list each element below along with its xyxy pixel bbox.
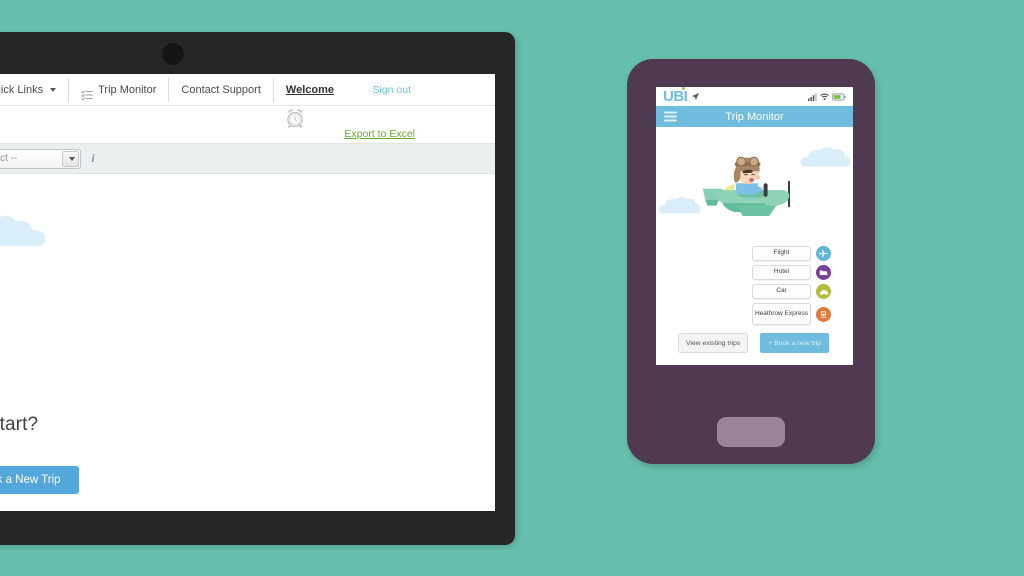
car-button[interactable]: Car xyxy=(752,284,811,299)
train-icon[interactable] xyxy=(816,306,831,322)
nav-item-quick-links[interactable]: Quick Links xyxy=(0,77,70,102)
booking-option-flight[interactable]: Flight xyxy=(752,246,831,261)
hamburger-menu-icon[interactable] xyxy=(664,109,677,124)
book-a-new-trip-button[interactable]: + Book a New Trip xyxy=(0,466,79,494)
battery-icon xyxy=(832,88,846,106)
alarm-clock-icon[interactable] xyxy=(283,106,307,135)
view-existing-trips-button[interactable]: View existing trips xyxy=(678,333,749,353)
ubi-logo-text: UBI xyxy=(663,88,688,105)
phone-home-button[interactable] xyxy=(717,417,785,447)
cloud-icon xyxy=(0,212,51,257)
phone-screen: UBI Trip Monitor Flight Hotel Car Heathr… xyxy=(656,87,853,365)
flight-button[interactable]: Flight xyxy=(752,246,811,261)
phone-app-body: Flight Hotel Car Heathrow Express View e… xyxy=(656,127,853,365)
cloud-icon-left xyxy=(658,195,702,222)
booking-option-hotel[interactable]: Hotel xyxy=(752,265,831,280)
phone-cta-group: View existing trips + Book a new trip xyxy=(678,333,829,353)
trip-filter-select[interactable]: -- Please Select -- xyxy=(0,148,82,169)
export-to-excel-link[interactable]: Export to Excel xyxy=(344,128,415,140)
webapp-filter-bar: Search i -- Please Select -- i xyxy=(0,144,495,174)
bed-icon[interactable] xyxy=(816,265,831,280)
car-icon[interactable] xyxy=(816,284,831,299)
nav-item-label: Trip Monitor xyxy=(98,83,157,96)
headline-line-2: Would You Like to Start? xyxy=(0,414,39,435)
info-icon-secondary[interactable]: i xyxy=(91,151,94,166)
nav-item-label: Welcome xyxy=(285,83,334,96)
ubi-logo: UBI xyxy=(663,87,688,105)
heathrow-express-button[interactable]: Heathrow Express xyxy=(752,303,811,325)
laptop-device: Book a New Trip Quick Links T xyxy=(0,32,515,545)
hero-headline: Welcome on Board! Would You Like to Star… xyxy=(0,380,38,436)
booking-option-heathrow-express[interactable]: Heathrow Express xyxy=(752,303,831,325)
booking-option-car[interactable]: Car xyxy=(752,284,831,299)
booking-options-list: Flight Hotel Car Heathrow Express xyxy=(752,246,831,325)
pilot-in-plane-illustration xyxy=(698,135,818,240)
book-a-new-trip-button[interactable]: + Book a new trip xyxy=(760,333,829,353)
webapp-hero: Welcome on Board! Would You Like to Star… xyxy=(0,174,495,511)
phone-status-indicators xyxy=(808,88,846,106)
nav-item-welcome[interactable]: Welcome xyxy=(274,78,346,102)
sign-out-link[interactable]: Sign out xyxy=(372,84,495,96)
nav-item-contact-support[interactable]: Contact Support xyxy=(169,77,274,102)
hero-cta-group: View Existing Trips + Book a New Trip xyxy=(0,466,79,494)
signal-bars-icon xyxy=(808,88,817,106)
webapp-navbar: Book a New Trip Quick Links T xyxy=(0,74,495,106)
laptop-screen: Book a New Trip Quick Links T xyxy=(0,74,495,511)
airplane-icon[interactable] xyxy=(816,246,831,261)
wifi-icon xyxy=(820,88,829,106)
phone-header-title: Trip Monitor xyxy=(725,110,784,123)
chevron-down-icon xyxy=(50,87,57,92)
phone-status-bar: UBI xyxy=(656,87,853,106)
list-icon xyxy=(81,85,93,101)
phone-app-header: Trip Monitor xyxy=(656,106,853,127)
headline-line-1: Welcome on Board! xyxy=(0,380,38,402)
nav-item-trip-monitor[interactable]: Trip Monitor xyxy=(69,77,170,102)
select-value: -- Please Select -- xyxy=(0,153,18,164)
location-arrow-icon xyxy=(691,88,700,106)
webapp-subrow: Export to Excel xyxy=(0,106,495,144)
laptop-camera-icon xyxy=(161,43,184,65)
nav-item-label: Contact Support xyxy=(181,83,261,96)
phone-device: UBI Trip Monitor Flight Hotel Car Heathr… xyxy=(627,59,875,464)
chevron-down-icon[interactable] xyxy=(62,150,80,167)
hotel-button[interactable]: Hotel xyxy=(752,265,811,280)
nav-item-label: Quick Links xyxy=(0,83,44,96)
